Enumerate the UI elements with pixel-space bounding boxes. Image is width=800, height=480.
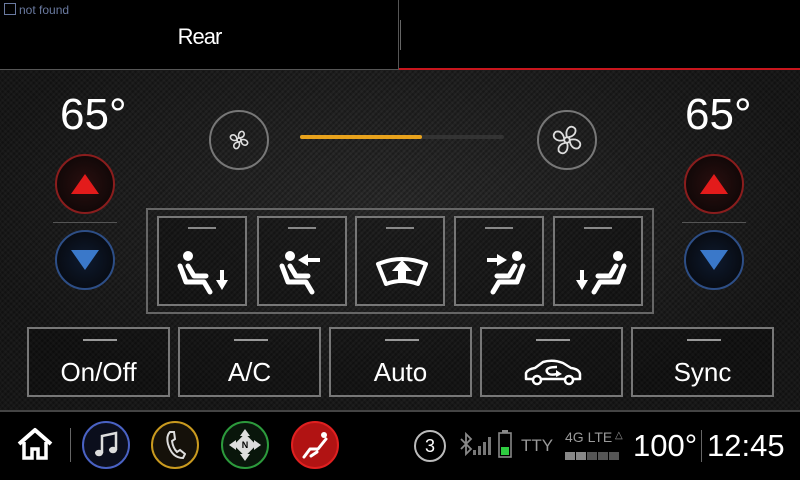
recirculation-button[interactable] xyxy=(480,327,623,397)
fan-decrease-button[interactable] xyxy=(209,110,269,170)
tab-rear[interactable]: not found Rear xyxy=(0,0,399,70)
fan-large-icon xyxy=(552,125,582,155)
button-indicator xyxy=(385,339,419,341)
mode-face-down-button[interactable] xyxy=(157,216,247,306)
ac-button[interactable]: A/C xyxy=(178,327,321,397)
mode-defrost-button[interactable] xyxy=(355,216,445,306)
mode-indicator xyxy=(288,227,316,229)
button-indicator xyxy=(234,339,268,341)
driver-temp-up-button[interactable] xyxy=(55,154,115,214)
home-icon[interactable] xyxy=(16,427,54,466)
windshield-defrost-icon xyxy=(376,257,428,286)
power-button-label: On/Off xyxy=(60,357,137,387)
status-divider xyxy=(70,428,71,462)
triangle-up-icon xyxy=(700,174,728,194)
music-icon xyxy=(95,431,118,457)
top-bar: not found Rear xyxy=(0,0,800,70)
phone-icon xyxy=(166,431,186,460)
auto-button[interactable]: Auto xyxy=(329,327,472,397)
fan-increase-button[interactable] xyxy=(537,110,597,170)
phone-app-button[interactable] xyxy=(151,421,199,469)
mode-indicator xyxy=(386,227,414,229)
fan-speed-slider[interactable] xyxy=(300,135,504,139)
navigation-app-button[interactable]: N xyxy=(221,421,269,469)
passenger-temp-down-button[interactable] xyxy=(684,230,744,290)
seat-vent-face-icon xyxy=(279,251,320,295)
seat-vent-bilevel-icon xyxy=(487,251,526,295)
climate-icon xyxy=(302,432,328,459)
signal-icon xyxy=(472,434,494,461)
broken-image: not found xyxy=(4,3,69,17)
tty-indicator: TTY xyxy=(521,436,554,455)
seat-vent-floor-icon xyxy=(177,251,228,295)
mode-indicator xyxy=(485,227,513,229)
auto-button-label: Auto xyxy=(373,357,428,387)
mode-face-button[interactable] xyxy=(257,216,347,306)
driver-temp-divider xyxy=(53,222,117,223)
passenger-temp-up-button[interactable] xyxy=(684,154,744,214)
mode-indicator xyxy=(188,227,216,229)
navigation-icon: N xyxy=(229,429,261,461)
button-indicator xyxy=(83,339,117,341)
notification-badge[interactable]: 3 xyxy=(414,430,446,462)
triangle-down-icon xyxy=(71,250,99,270)
button-indicator xyxy=(687,339,721,341)
tab-divider xyxy=(400,20,401,50)
bluetooth-icon xyxy=(459,431,473,461)
sync-button-label: Sync xyxy=(673,357,732,387)
sync-button[interactable]: Sync xyxy=(631,327,774,397)
climate-app-button[interactable] xyxy=(291,421,339,469)
passenger-temperature: 65° xyxy=(685,90,752,139)
lte-signal-bars xyxy=(565,447,623,463)
triangle-up-icon xyxy=(71,174,99,194)
network-indicator: 4G LTE △ xyxy=(565,429,623,463)
outside-temperature: 100° xyxy=(633,428,698,463)
seat-vent-floor-right-icon xyxy=(576,251,627,295)
button-indicator xyxy=(536,339,570,341)
network-label: 4G LTE xyxy=(565,429,613,445)
battery-icon xyxy=(498,430,512,463)
car-recirculation-icon xyxy=(524,359,582,386)
mode-floor-button[interactable] xyxy=(553,216,643,306)
tab-rear-label: Rear xyxy=(177,24,223,49)
mode-bilevel-button[interactable] xyxy=(454,216,544,306)
ac-button-label: A/C xyxy=(227,357,272,387)
triangle-down-icon xyxy=(700,250,728,270)
fan-small-icon xyxy=(229,130,249,150)
status-divider xyxy=(701,430,702,462)
music-app-button[interactable] xyxy=(82,421,130,469)
fan-speed-fill xyxy=(300,135,423,139)
clock: 12:45 xyxy=(707,428,785,463)
driver-temperature: 65° xyxy=(60,90,127,139)
power-button[interactable]: On/Off xyxy=(27,327,170,397)
svg-text:N: N xyxy=(242,440,249,450)
driver-temp-down-button[interactable] xyxy=(55,230,115,290)
passenger-temp-divider xyxy=(682,222,746,223)
mode-indicator xyxy=(584,227,612,229)
